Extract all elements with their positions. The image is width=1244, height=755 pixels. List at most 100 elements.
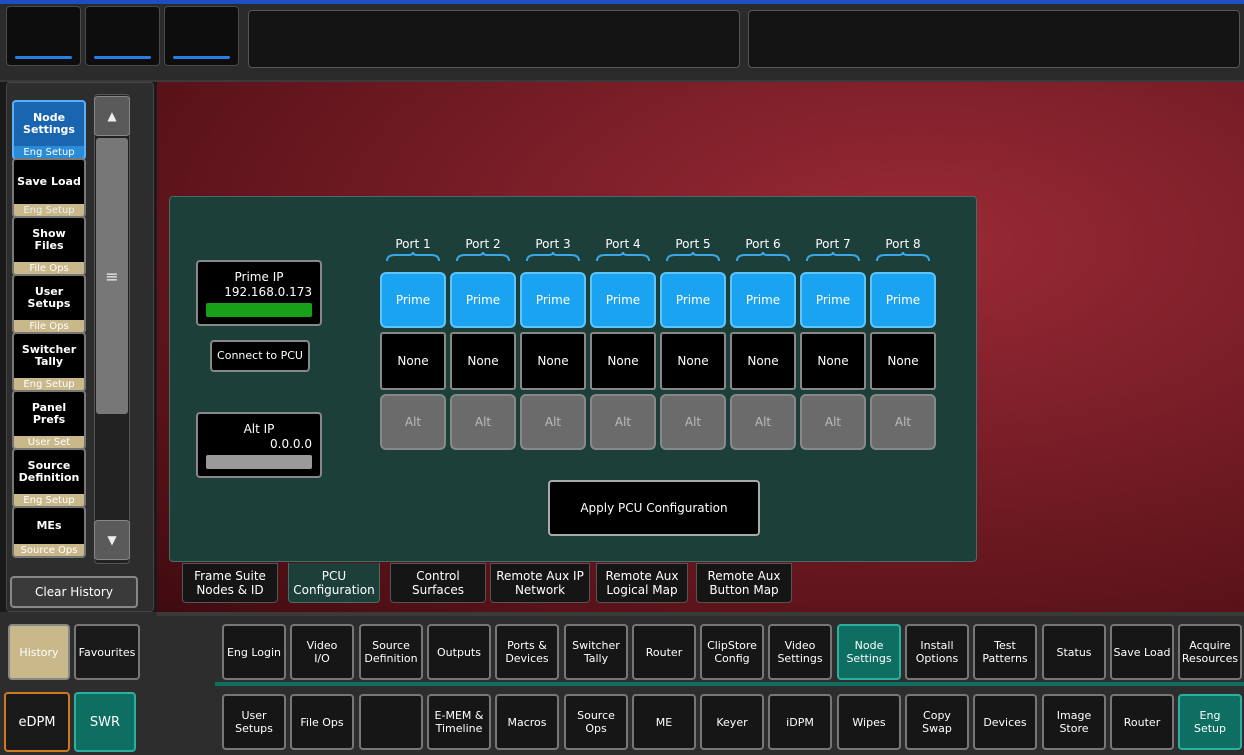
port-prime-button[interactable]: Prime [520, 272, 586, 328]
nav-bottom-me-button[interactable]: ME [632, 694, 696, 750]
nav-top-test-patterns-button[interactable]: Test Patterns [973, 624, 1037, 680]
apply-pcu-configuration-label: Apply PCU Configuration [580, 501, 728, 515]
alt-ip-display[interactable]: Alt IP 0.0.0.0 [196, 412, 322, 478]
port-prime-button[interactable]: Prime [590, 272, 656, 328]
scroll-down-button[interactable]: ▼ [94, 520, 130, 560]
nav-top-source-definition-button[interactable]: Source Definition [359, 624, 423, 680]
scroll-up-button[interactable]: ▲ [94, 96, 130, 136]
nav-top-ports-devices-button[interactable]: Ports & Devices [495, 624, 559, 680]
history-button[interactable]: History [8, 624, 70, 680]
tab-remote-aux-ip-network[interactable]: Remote Aux IP Network [490, 563, 590, 603]
nav-top-switcher-tally-button[interactable]: Switcher Tally [564, 624, 628, 680]
nav-button-label: Status [1056, 645, 1092, 659]
port-prime-button[interactable]: Prime [730, 272, 796, 328]
port-alt-button[interactable]: Alt [870, 394, 936, 450]
top-shortcut-3[interactable] [164, 6, 239, 66]
port-alt-button[interactable]: Alt [450, 394, 516, 450]
nav-button-label: Switcher Tally [572, 639, 620, 665]
port-source-value[interactable]: None [520, 332, 586, 390]
clear-history-button[interactable]: Clear History [10, 576, 138, 608]
sidebar-item-save-load[interactable]: Save Load Eng Setup [12, 158, 86, 218]
top-shortcut-1[interactable] [6, 6, 81, 66]
port-source-value[interactable]: None [730, 332, 796, 390]
port-label: Port 2 [465, 237, 501, 251]
port-source-value[interactable]: None [870, 332, 936, 390]
top-status-area-2 [748, 10, 1240, 68]
nav-top-eng-login-button[interactable]: Eng Login [222, 624, 286, 680]
port-alt-button[interactable]: Alt [800, 394, 866, 450]
nav-bottom-user-setups-button[interactable]: User Setups [222, 694, 286, 750]
nav-bottom-router-button[interactable]: Router [1110, 694, 1174, 750]
nav-bottom-wipes-button[interactable]: Wipes [837, 694, 901, 750]
nav-button-label: Macros [507, 715, 547, 729]
nav-top-install-options-button[interactable]: Install Options [905, 624, 969, 680]
port-alt-button[interactable]: Alt [660, 394, 726, 450]
nav-bottom-image-store-button[interactable]: Image Store [1042, 694, 1106, 750]
port-alt-button[interactable]: Alt [730, 394, 796, 450]
port-prime-button[interactable]: Prime [870, 272, 936, 328]
nav-top-video-i-o-button[interactable]: Video I/O [290, 624, 354, 680]
nav-top-router-button[interactable]: Router [632, 624, 696, 680]
swr-button[interactable]: SWR [74, 692, 136, 752]
alt-ip-status-bar [206, 454, 312, 469]
nav-button-label: Eng Setup [1193, 709, 1227, 735]
port-source-value[interactable]: None [380, 332, 446, 390]
nav-top-video-settings-button[interactable]: Video Settings [768, 624, 832, 680]
nav-bottom-copy-swap-button[interactable]: Copy Swap [905, 694, 969, 750]
scroll-thumb[interactable]: ≡ [96, 138, 128, 414]
nav-button-label: Wipes [852, 715, 886, 729]
top-accent-line [0, 0, 1244, 4]
favourites-button[interactable]: Favourites [74, 624, 140, 680]
sidebar-item-switcher-tally[interactable]: Switcher Tally Eng Setup [12, 332, 86, 392]
sidebar-item-user-setups[interactable]: User Setups File Ops [12, 274, 86, 334]
nav-bottom-file-ops-button[interactable]: File Ops [290, 694, 354, 750]
tab-pcu-configuration[interactable]: PCU Configuration [288, 563, 380, 603]
port-prime-button[interactable]: Prime [800, 272, 866, 328]
top-shortcut-2[interactable] [85, 6, 160, 66]
sidebar-item-panel-prefs[interactable]: Panel Prefs User Set [12, 390, 86, 450]
nav-bottom-keyer-button[interactable]: Keyer [700, 694, 764, 750]
tab-remote-aux-button-map[interactable]: Remote Aux Button Map [696, 563, 792, 603]
nav-button-label: E-MEM & Timeline [434, 709, 484, 735]
port-source-value[interactable]: None [590, 332, 656, 390]
port-source-value[interactable]: None [450, 332, 516, 390]
nav-bottom-devices-button[interactable]: Devices [973, 694, 1037, 750]
nav-bottom-e-mem-timeline-button[interactable]: E-MEM & Timeline [427, 694, 491, 750]
sidebar-item-source-definition[interactable]: Source Definition Eng Setup [12, 448, 86, 508]
sidebar-item-label: Switcher Tally [14, 334, 84, 378]
sidebar-item-show-files[interactable]: Show Files File Ops [12, 216, 86, 276]
port-alt-button[interactable]: Alt [520, 394, 586, 450]
port-source-value[interactable]: None [800, 332, 866, 390]
port-source-value[interactable]: None [660, 332, 726, 390]
tab-label: Remote Aux Button Map [707, 569, 781, 597]
connect-to-pcu-button[interactable]: Connect to PCU [210, 340, 310, 372]
sidebar-item-node-settings[interactable]: Node Settings Eng Setup [12, 100, 86, 160]
nav-bottom-idpm-button[interactable]: iDPM [768, 694, 832, 750]
tab-frame-suite-nodes[interactable]: Frame Suite Nodes & ID [182, 563, 278, 603]
nav-top-save-load-button[interactable]: Save Load [1110, 624, 1174, 680]
nav-top-outputs-button[interactable]: Outputs [427, 624, 491, 680]
nav-button-label: Save Load [1113, 645, 1171, 659]
port-prime-button[interactable]: Prime [660, 272, 726, 328]
prime-ip-display[interactable]: Prime IP 192.168.0.173 [196, 260, 322, 326]
nav-bottom-macros-button[interactable]: Macros [495, 694, 559, 750]
edpm-label: eDPM [18, 714, 56, 730]
apply-pcu-configuration-button[interactable]: Apply PCU Configuration [548, 480, 760, 536]
nav-top-acquire-resources-button[interactable]: Acquire Resources [1178, 624, 1242, 680]
nav-top-clipstore-config-button[interactable]: ClipStore Config [700, 624, 764, 680]
nav-bottom-source-ops-button[interactable]: Source Ops [564, 694, 628, 750]
port-alt-button[interactable]: Alt [590, 394, 656, 450]
port-prime-button[interactable]: Prime [380, 272, 446, 328]
port-brace [660, 252, 726, 262]
port-label: Port 6 [745, 237, 781, 251]
port-prime-button[interactable]: Prime [450, 272, 516, 328]
nav-bottom-blank-button[interactable] [359, 694, 423, 750]
sidebar-item-mes[interactable]: MEs Source Ops [12, 506, 86, 558]
tab-control-surfaces[interactable]: Control Surfaces [390, 563, 486, 603]
tab-remote-aux-logical-map[interactable]: Remote Aux Logical Map [596, 563, 688, 603]
edpm-button[interactable]: eDPM [4, 692, 70, 752]
nav-top-status-button[interactable]: Status [1042, 624, 1106, 680]
port-alt-button[interactable]: Alt [380, 394, 446, 450]
nav-top-node-settings-button[interactable]: Node Settings [837, 624, 901, 680]
nav-bottom-eng-setup-button[interactable]: Eng Setup [1178, 694, 1242, 750]
